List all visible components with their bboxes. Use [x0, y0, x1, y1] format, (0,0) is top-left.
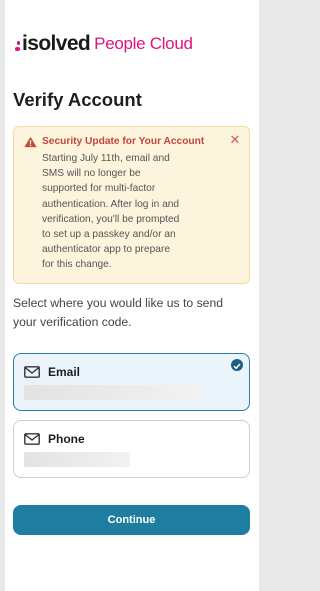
alert-body-line: SMS will no longer be	[42, 168, 141, 180]
mail-icon	[24, 366, 40, 378]
selected-check-icon	[231, 359, 243, 371]
security-alert: Security Update for Your Account ✕ Start…	[13, 126, 250, 284]
logo-mark-icon	[15, 40, 20, 51]
phone-number-value: ██████████████	[24, 452, 130, 467]
alert-body-line: for this change.	[42, 259, 112, 271]
alert-body-line: Starting July 11th, email and	[42, 153, 170, 164]
alert-body-line: authenticator app to prepare	[42, 244, 171, 256]
prompt-line: Select where you would like us to send	[13, 296, 224, 310]
email-option-label: Email	[48, 365, 81, 379]
mail-icon	[24, 433, 40, 445]
alert-body: Starting July 11th, email and SMS will n…	[42, 151, 232, 273]
email-option-card[interactable]: Email ████████████████████████	[13, 353, 250, 411]
warning-icon	[24, 136, 37, 148]
close-icon[interactable]: ✕	[227, 132, 243, 148]
prompt-line: your verification code.	[13, 315, 132, 329]
logo-product-name: People Cloud	[94, 34, 193, 53]
alert-body-line: supported for multi-factor	[42, 183, 156, 195]
alert-body-line: authentication. After log in and	[42, 198, 180, 210]
phone-option-label: Phone	[48, 432, 85, 446]
alert-title: Security Update for Your Account	[42, 136, 205, 147]
alert-body-line: verification, you'll be prompted	[42, 213, 180, 225]
isolved-logo: isolved People Cloud	[15, 33, 193, 55]
email-address-value: ████████████████████████	[24, 385, 202, 400]
continue-button[interactable]: Continue	[13, 505, 250, 535]
destination-prompt: Select where you would like us to send y…	[13, 294, 253, 332]
logo-brand-name: isolved	[22, 32, 91, 55]
page-title: Verify Account	[13, 89, 142, 110]
phone-option-card[interactable]: Phone ██████████████	[13, 420, 250, 478]
alert-body-line: to set up a passkey and/or an	[42, 229, 176, 241]
verify-account-page: isolved People Cloud Verify Account Secu…	[5, 0, 259, 591]
